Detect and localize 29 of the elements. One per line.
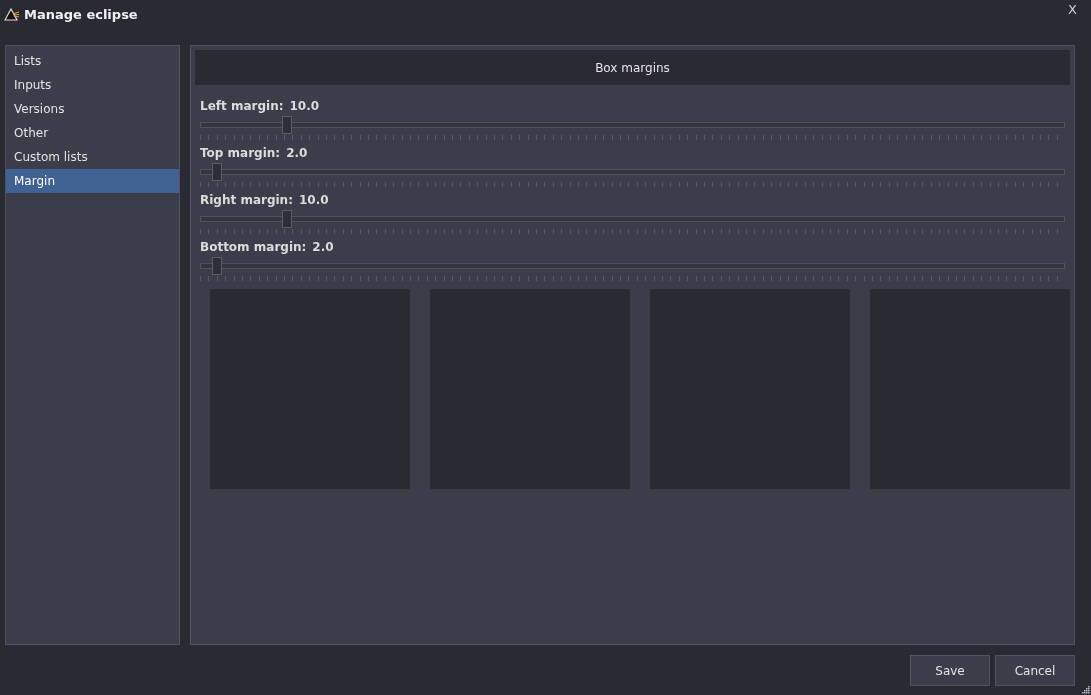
dialog-button[interactable]: Save bbox=[910, 655, 990, 686]
prism-icon bbox=[4, 7, 20, 21]
sidebar-item[interactable]: Lists bbox=[6, 49, 179, 73]
panel-title: Box margins bbox=[195, 50, 1070, 85]
slider-value: 10.0 bbox=[298, 193, 329, 207]
close-button[interactable]: X bbox=[1060, 1, 1085, 17]
slider-value: 2.0 bbox=[286, 146, 308, 160]
slider-value: 2.0 bbox=[312, 240, 334, 254]
slider-thumb[interactable] bbox=[212, 163, 223, 181]
slider-label: Bottom margin: bbox=[200, 240, 307, 254]
slider[interactable] bbox=[200, 257, 1065, 275]
window-title: Manage eclipse bbox=[24, 6, 139, 22]
slider[interactable] bbox=[200, 116, 1065, 134]
slider[interactable] bbox=[200, 210, 1065, 228]
sidebar-item[interactable]: Inputs bbox=[6, 73, 179, 97]
slider-label: Right margin: bbox=[200, 193, 293, 207]
dialog-button[interactable]: Cancel bbox=[995, 655, 1075, 686]
resize-grip-icon[interactable] bbox=[1081, 685, 1090, 694]
slider-value: 10.0 bbox=[289, 99, 320, 113]
slider[interactable] bbox=[200, 163, 1065, 181]
slider-label: Top margin: bbox=[200, 146, 281, 160]
slider-thumb[interactable] bbox=[281, 116, 292, 134]
slider-thumb[interactable] bbox=[212, 257, 223, 275]
sidebar-item[interactable]: Margin bbox=[6, 169, 179, 193]
slider-label: Left margin: bbox=[200, 99, 284, 113]
sidebar-item[interactable]: Other bbox=[6, 121, 179, 145]
sidebar-item[interactable]: Custom lists bbox=[6, 145, 179, 169]
slider-thumb[interactable] bbox=[281, 210, 292, 228]
sidebar-item[interactable]: Versions bbox=[6, 97, 179, 121]
